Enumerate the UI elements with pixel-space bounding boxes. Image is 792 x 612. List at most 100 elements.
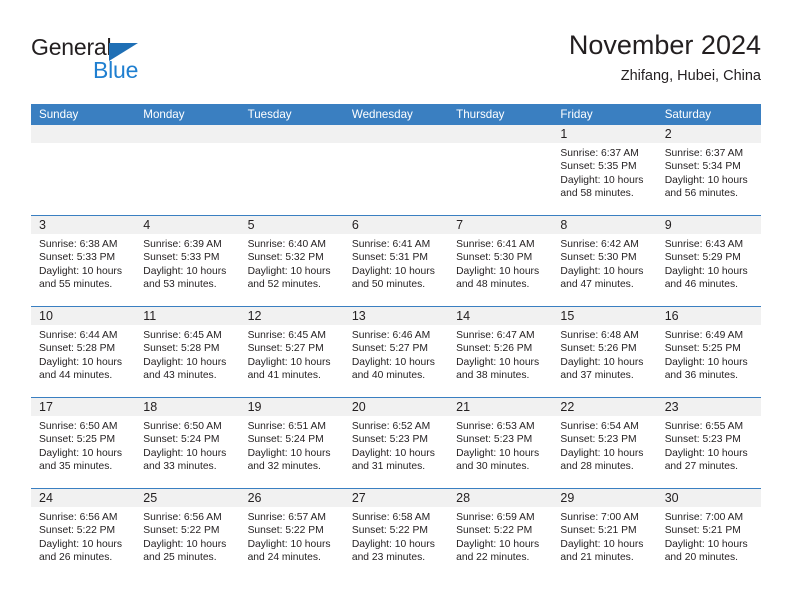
week-row: 1 Sunrise: 6:37 AM Sunset: 5:35 PM Daylight… [31,125,761,215]
sunset-text: Sunset: 5:31 PM [351,252,428,264]
sunset-text: Sunset: 5:27 PM [351,343,428,355]
daylight-text-line2: and 31 minutes. [351,461,426,473]
daylight-text-line1: Daylight: 10 hours [351,356,435,368]
day-cell[interactable] [135,125,240,215]
day-cell[interactable]: 4 Sunrise: 6:39 AM Sunset: 5:33 PM Daylight… [135,216,240,306]
daylight-text-line1: Daylight: 10 hours [664,447,748,459]
day-number: 25 [143,491,158,505]
day-cell[interactable]: 6 Sunrise: 6:41 AM Sunset: 5:31 PM Daylight… [343,216,449,306]
day-cell[interactable]: 22 Sunrise: 6:54 AM Sunset: 5:23 PM Dayligh… [552,398,657,488]
daylight-text-line1: Daylight: 10 hours [247,538,331,550]
day-number: 11 [143,309,157,323]
sunset-text: Sunset: 5:24 PM [247,434,324,446]
day-number: 1 [560,127,568,141]
day-cell[interactable]: 7 Sunrise: 6:41 AM Sunset: 5:30 PM Daylight… [448,216,553,306]
daylight-text-line2: and 27 minutes. [664,461,738,473]
day-cell[interactable]: 26 Sunrise: 6:57 AM Sunset: 5:22 PM Dayligh… [239,489,344,579]
week-row: 17 Sunrise: 6:50 AM Sunset: 5:25 PM Dayligh… [31,397,761,488]
daylight-text-line2: and 20 minutes. [664,552,738,564]
day-cell[interactable]: 13 Sunrise: 6:46 AM Sunset: 5:27 PM Dayligh… [343,307,449,397]
sunrise-text: Sunrise: 6:37 AM [664,148,744,159]
day-cell[interactable]: 11 Sunrise: 6:45 AM Sunset: 5:28 PM Dayligh… [135,307,240,397]
sunrise-text: Sunrise: 6:46 AM [351,330,431,341]
day-number: 22 [560,400,575,414]
day-cell[interactable]: 23 Sunrise: 6:55 AM Sunset: 5:23 PM Dayligh… [656,398,761,488]
day-number: 16 [664,309,679,323]
daylight-text-line1: Daylight: 10 hours [456,538,540,550]
sunrise-text: Sunrise: 6:51 AM [247,421,326,432]
day-number: 8 [560,218,568,232]
day-number: 4 [143,218,151,232]
day-cell[interactable]: 8 Sunrise: 6:42 AM Sunset: 5:30 PM Daylight… [552,216,657,306]
sunrise-text: Sunrise: 6:38 AM [39,239,118,250]
daylight-text-line2: and 24 minutes. [247,552,321,564]
sunrise-text: Sunrise: 6:37 AM [560,148,639,159]
daylight-text-line1: Daylight: 10 hours [560,447,644,459]
day-number: 20 [351,400,366,414]
day-cell[interactable]: 3 Sunrise: 6:38 AM Sunset: 5:33 PM Daylight… [31,216,136,306]
daylight-text-line2: and 22 minutes. [456,552,530,564]
day-cell[interactable]: 20 Sunrise: 6:52 AM Sunset: 5:23 PM Dayligh… [343,398,449,488]
day-number: 6 [351,218,359,232]
daylight-text-line2: and 44 minutes. [39,370,113,382]
day-number: 30 [664,491,679,505]
day-cell[interactable]: 5 Sunrise: 6:40 AM Sunset: 5:32 PM Daylight… [239,216,344,306]
sunrise-text: Sunrise: 6:44 AM [39,330,118,341]
day-number: 15 [560,309,575,323]
day-cell[interactable]: 27 Sunrise: 6:58 AM Sunset: 5:22 PM Dayligh… [343,489,449,579]
daylight-text-line1: Daylight: 10 hours [143,447,227,459]
day-number: 10 [39,309,53,323]
daylight-text-line2: and 37 minutes. [560,370,634,382]
sunrise-text: Sunrise: 6:43 AM [664,239,744,250]
day-cell[interactable]: 9 Sunrise: 6:43 AM Sunset: 5:29 PM Daylight… [656,216,761,306]
sunset-text: Sunset: 5:33 PM [39,252,116,264]
sunset-text: Sunset: 5:28 PM [39,343,116,355]
daylight-text-line2: and 46 minutes. [664,279,738,291]
day-cell[interactable] [239,125,344,215]
daylight-text-line1: Daylight: 10 hours [560,356,644,368]
day-cell[interactable]: 2 Sunrise: 6:37 AM Sunset: 5:34 PM Daylight… [656,125,761,215]
day-cell[interactable]: 21 Sunrise: 6:53 AM Sunset: 5:23 PM Dayligh… [448,398,553,488]
sunset-text: Sunset: 5:23 PM [664,434,741,446]
daylight-text-line1: Daylight: 10 hours [560,174,644,186]
daylight-text-line2: and 53 minutes. [143,279,217,291]
day-cell[interactable]: 16 Sunrise: 6:49 AM Sunset: 5:25 PM Dayligh… [656,307,761,397]
daylight-text-line2: and 50 minutes. [351,279,426,291]
day-cell[interactable]: 19 Sunrise: 6:51 AM Sunset: 5:24 PM Dayligh… [239,398,344,488]
day-cell[interactable]: 10 Sunrise: 6:44 AM Sunset: 5:28 PM Dayligh… [31,307,136,397]
daylight-text-line1: Daylight: 10 hours [351,538,435,550]
weekday-header-monday: Monday [143,108,185,121]
day-cell[interactable] [343,125,449,215]
day-cell[interactable]: 17 Sunrise: 6:50 AM Sunset: 5:25 PM Dayligh… [31,398,136,488]
day-number: 5 [247,218,255,232]
sunset-text: Sunset: 5:32 PM [247,252,324,264]
daylight-text-line2: and 40 minutes. [351,370,426,382]
day-number: 21 [456,400,471,414]
day-cell[interactable]: 30 Sunrise: 7:00 AM Sunset: 5:21 PM Dayligh… [656,489,761,579]
day-cell[interactable]: 28 Sunrise: 6:59 AM Sunset: 5:22 PM Dayligh… [448,489,553,579]
sunrise-text: Sunrise: 7:00 AM [664,512,744,523]
sunset-text: Sunset: 5:22 PM [351,525,428,537]
daylight-text-line1: Daylight: 10 hours [664,538,748,550]
daylight-text-line2: and 56 minutes. [664,188,738,200]
day-cell[interactable] [31,125,136,215]
day-cell[interactable]: 24 Sunrise: 6:56 AM Sunset: 5:22 PM Dayligh… [31,489,136,579]
sunset-text: Sunset: 5:22 PM [247,525,324,537]
day-cell[interactable] [448,125,553,215]
sunrise-text: Sunrise: 6:50 AM [39,421,118,432]
daylight-text-line2: and 28 minutes. [560,461,634,473]
day-cell[interactable]: 29 Sunrise: 7:00 AM Sunset: 5:21 PM Dayligh… [552,489,657,579]
day-cell[interactable]: 14 Sunrise: 6:47 AM Sunset: 5:26 PM Dayligh… [448,307,553,397]
day-number: 27 [351,491,366,505]
day-cell[interactable]: 15 Sunrise: 6:48 AM Sunset: 5:26 PM Dayligh… [552,307,657,397]
week-row: 3 Sunrise: 6:38 AM Sunset: 5:33 PM Daylight… [31,215,761,306]
day-cell[interactable]: 1 Sunrise: 6:37 AM Sunset: 5:35 PM Daylight… [552,125,657,215]
day-number: 12 [247,309,262,323]
sunset-text: Sunset: 5:28 PM [143,343,220,355]
sunrise-text: Sunrise: 6:49 AM [664,330,744,341]
day-cell[interactable]: 18 Sunrise: 6:50 AM Sunset: 5:24 PM Dayligh… [135,398,240,488]
weekday-header-sunday: Sunday [39,108,79,121]
day-number: 18 [143,400,158,414]
day-cell[interactable]: 12 Sunrise: 6:45 AM Sunset: 5:27 PM Dayligh… [239,307,344,397]
day-cell[interactable]: 25 Sunrise: 6:56 AM Sunset: 5:22 PM Dayligh… [135,489,240,579]
